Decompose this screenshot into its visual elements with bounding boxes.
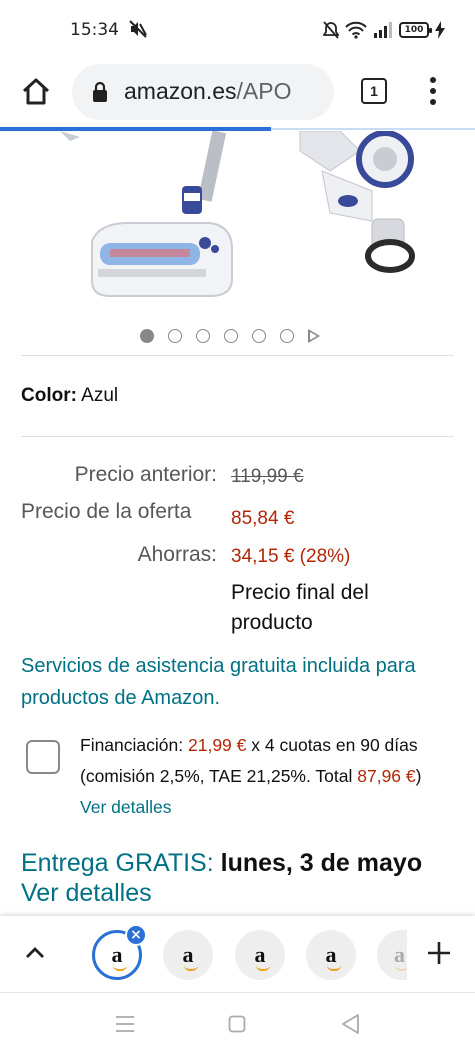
- overflow-menu-icon[interactable]: [426, 76, 440, 106]
- amazon-logo-icon: a: [254, 942, 270, 971]
- mute-icon: [129, 20, 147, 38]
- savings-amount: 34,15 € (28%): [231, 546, 351, 567]
- carousel-dot[interactable]: [280, 329, 294, 343]
- carousel-dot[interactable]: [224, 329, 238, 343]
- financing-total: 87,96 €: [357, 766, 416, 786]
- system-navigation-bar: [0, 992, 475, 1056]
- browser-toolbar: amazon.es/APO 1: [0, 60, 475, 124]
- battery-icon: 100: [399, 22, 432, 38]
- carousel-dot[interactable]: [140, 329, 154, 343]
- financing-installment: 21,99 €: [188, 735, 247, 755]
- divider: [21, 355, 454, 356]
- home-nav-icon[interactable]: [228, 1015, 246, 1033]
- tab-thumbnail-partial[interactable]: a: [377, 930, 407, 980]
- financing-info: Financiación: 21,99 € x 4 cuotas en 90 d…: [80, 730, 440, 823]
- back-nav-icon[interactable]: [340, 1013, 360, 1035]
- free-services-link[interactable]: Servicios de asistencia gratuita incluid…: [21, 650, 441, 714]
- home-icon[interactable]: [18, 74, 54, 110]
- financing-close: ): [415, 766, 422, 786]
- color-label: Color:: [21, 385, 77, 406]
- tab-thumbnail[interactable]: a: [163, 930, 213, 980]
- amazon-logo-icon: a: [394, 942, 407, 971]
- url-domain: amazon.es: [124, 78, 237, 104]
- financing-details-link[interactable]: Ver detalles: [80, 797, 171, 817]
- status-time: 15:34: [70, 20, 119, 40]
- amazon-logo-icon: a: [325, 942, 341, 971]
- color-value: Azul: [81, 385, 119, 406]
- tab-thumbnail[interactable]: a: [306, 930, 356, 980]
- amazon-logo-icon: a: [182, 942, 198, 971]
- status-icons: 100: [323, 20, 445, 40]
- delivery-details-link[interactable]: Ver detalles: [21, 879, 152, 907]
- offer-price: 85,84 €: [231, 508, 295, 529]
- url-text: amazon.es/APO: [124, 78, 291, 105]
- wifi-icon: [345, 21, 367, 39]
- financing-checkbox[interactable]: [26, 740, 60, 774]
- alarm-off-icon: [323, 21, 339, 39]
- product-image[interactable]: [0, 131, 475, 301]
- delivery-date: lunes, 3 de mayo: [220, 849, 423, 877]
- video-play-icon[interactable]: [308, 329, 320, 343]
- charging-icon: [435, 21, 445, 39]
- close-tab-icon[interactable]: ×: [125, 924, 147, 946]
- address-bar[interactable]: amazon.es/APO: [72, 64, 334, 120]
- previous-price-label: Precio anterior:: [74, 463, 217, 486]
- financing-prefix: Financiación:: [80, 735, 184, 755]
- tab-switcher-button[interactable]: 1: [361, 78, 387, 104]
- tab-strip: a a a a a: [0, 916, 475, 992]
- delivery-prefix: Entrega GRATIS:: [21, 849, 214, 877]
- final-price-note: Precio final del producto: [231, 581, 369, 634]
- tab-thumbnail[interactable]: a: [235, 930, 285, 980]
- savings-label: Ahorras:: [137, 543, 217, 566]
- signal-icon: [374, 22, 392, 38]
- carousel-dot[interactable]: [196, 329, 210, 343]
- color-selection: Color: Azul: [21, 385, 118, 407]
- delivery-info: Entrega GRATIS: lunes, 3 de mayo Ver det…: [21, 848, 461, 908]
- image-carousel-indicator: [140, 327, 320, 345]
- lock-icon: [93, 82, 107, 102]
- new-tab-plus-icon[interactable]: [426, 940, 452, 966]
- recent-apps-icon[interactable]: [114, 1015, 136, 1033]
- url-path: /APO: [236, 78, 292, 104]
- chevron-up-icon[interactable]: [24, 944, 46, 960]
- previous-price: 119,99 €: [231, 466, 304, 487]
- status-bar: 15:34 100: [0, 0, 475, 60]
- divider: [21, 436, 454, 437]
- tab-count: 1: [370, 83, 378, 99]
- amazon-logo-icon: a: [111, 942, 127, 971]
- offer-price-label: Precio de la oferta: [21, 500, 192, 523]
- carousel-dot[interactable]: [168, 329, 182, 343]
- battery-level: 100: [404, 25, 424, 35]
- carousel-dot[interactable]: [252, 329, 266, 343]
